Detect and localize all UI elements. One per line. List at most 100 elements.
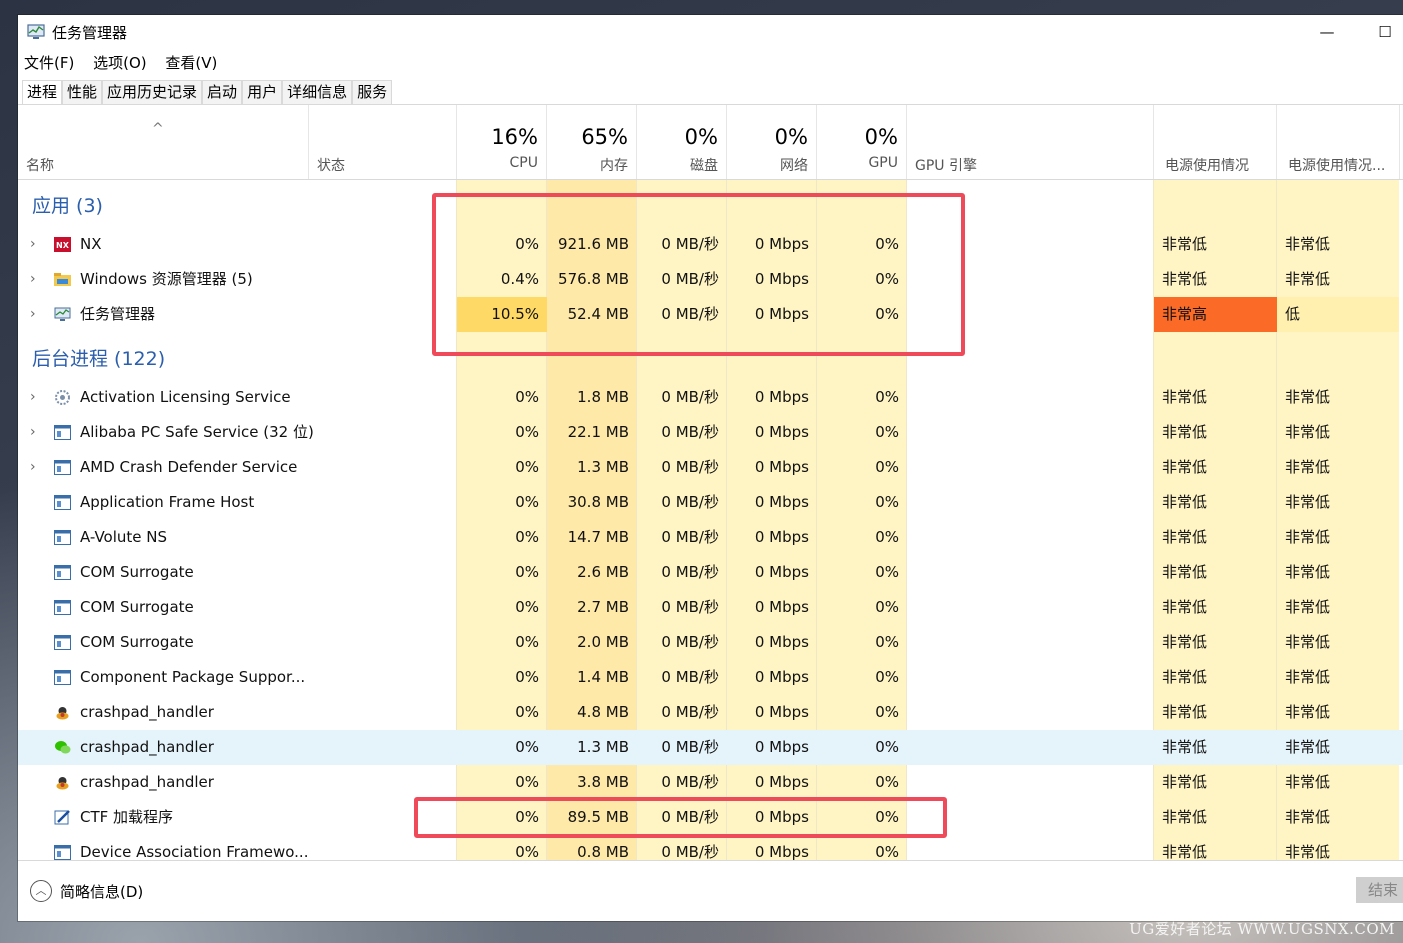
chevron-right-icon[interactable]: › <box>30 380 36 415</box>
tab-startup[interactable]: 启动 <box>202 80 243 104</box>
column-header: ^ 名称 状态 16% CPU 65% 内存 0% 磁盘 0% 网络 0% GP… <box>18 105 1403 180</box>
nx-icon: NX <box>54 237 71 252</box>
cell-gpu: 0% <box>875 633 899 651</box>
cell-disk: 0 MB/秒 <box>661 633 719 651</box>
header-status[interactable]: 状态 <box>309 105 457 180</box>
table-row[interactable]: Application Frame Host 0% 30.8 MB 0 MB/秒 0 M… <box>18 485 1403 520</box>
tab-services[interactable]: 服务 <box>352 80 393 104</box>
table-row[interactable]: Device Association Framewo... 0% 0.8 MB 0 M… <box>18 835 1403 860</box>
cell-power: 非常低 <box>1162 270 1208 288</box>
cell-power-trend: 低 <box>1277 297 1399 332</box>
chevron-right-icon[interactable]: › <box>30 227 36 262</box>
cell-cpu: 0% <box>515 493 539 511</box>
end-task-button[interactable]: 结束 <box>1356 877 1403 903</box>
header-power-trend[interactable]: 电源使用情况... <box>1277 105 1400 180</box>
cell-power-trend: 非常低 <box>1285 808 1331 826</box>
table-row[interactable]: A-Volute NS 0% 14.7 MB 0 MB/秒 0 Mbps 0% 非常低 非常低 <box>18 520 1403 555</box>
tab-users[interactable]: 用户 <box>242 80 283 104</box>
menu-file[interactable]: 文件(F) <box>24 54 74 72</box>
table-row[interactable]: COM Surrogate 0% 2.7 MB 0 MB/秒 0 Mbps 0% 非常低 非常… <box>18 590 1403 625</box>
cell-cpu: 0% <box>515 598 539 616</box>
maximize-button[interactable]: ☐ <box>1362 19 1403 45</box>
tab-strip: 进程 性能 应用历史记录 启动 用户 详细信息 服务 <box>22 80 393 104</box>
fewer-details-button[interactable]: 简略信息(D) <box>60 881 143 902</box>
chevron-right-icon[interactable]: › <box>30 450 36 485</box>
header-disk[interactable]: 0% 磁盘 <box>637 105 727 180</box>
cell-cpu: 0% <box>515 633 539 651</box>
wechat-icon <box>54 740 71 755</box>
cell-power-trend: 非常低 <box>1285 388 1331 406</box>
process-name: COM Surrogate <box>80 598 194 616</box>
cell-mem: 1.3 MB <box>577 738 629 756</box>
cell-net: 0 Mbps <box>754 773 809 791</box>
chevron-right-icon[interactable]: › <box>30 297 36 332</box>
cell-power-trend: 非常低 <box>1285 843 1331 860</box>
tab-app-history[interactable]: 应用历史记录 <box>102 80 203 104</box>
process-name: Component Package Suppor... <box>80 668 306 686</box>
tab-performance[interactable]: 性能 <box>62 80 103 104</box>
tab-processes[interactable]: 进程 <box>22 80 63 104</box>
cell-cpu: 0% <box>515 423 539 441</box>
cell-power: 非常高 <box>1154 297 1277 332</box>
cell-power: 非常低 <box>1162 563 1208 581</box>
process-name: COM Surrogate <box>80 563 194 581</box>
header-cpu[interactable]: 16% CPU <box>457 105 547 180</box>
cell-net: 0 Mbps <box>754 388 809 406</box>
window-app-icon <box>54 635 71 650</box>
header-power[interactable]: 电源使用情况 <box>1154 105 1277 180</box>
cell-power-trend: 非常低 <box>1285 563 1331 581</box>
cell-power: 非常低 <box>1162 235 1208 253</box>
tab-details[interactable]: 详细信息 <box>282 80 353 104</box>
chevron-up-icon[interactable]: ︿ <box>30 880 52 902</box>
cell-mem: 1.4 MB <box>577 668 629 686</box>
table-row[interactable]: crashpad_handler 0% 4.8 MB 0 MB/秒 0 Mbps 0% 非常… <box>18 695 1403 730</box>
cell-power: 非常低 <box>1162 458 1208 476</box>
cell-net: 0 Mbps <box>754 738 809 756</box>
cell-power: 非常低 <box>1162 493 1208 511</box>
table-row[interactable]: COM Surrogate 0% 2.6 MB 0 MB/秒 0 Mbps 0% 非常低 非常… <box>18 555 1403 590</box>
cell-power-trend: 非常低 <box>1285 738 1331 756</box>
table-row[interactable]: › AMD Crash Defender Service 0% 1.3 MB 0 MB/… <box>18 450 1403 485</box>
table-row[interactable]: crashpad_handler 0% 1.3 MB 0 MB/秒 0 Mbps 0% 非常… <box>18 730 1403 765</box>
process-name: Activation Licensing Service <box>80 388 291 406</box>
title-bar[interactable]: 任务管理器 — ☐ <box>18 15 1403 49</box>
cell-net: 0 Mbps <box>754 528 809 546</box>
cell-mem: 22.1 MB <box>567 423 629 441</box>
cell-power: 非常低 <box>1162 633 1208 651</box>
process-name: crashpad_handler <box>80 773 214 791</box>
header-net-pct: 0% <box>774 125 808 149</box>
header-network[interactable]: 0% 网络 <box>727 105 817 180</box>
header-gpu-engine[interactable]: GPU 引擎 <box>907 105 1154 180</box>
header-gpu[interactable]: 0% GPU <box>817 105 907 180</box>
cell-mem: 2.0 MB <box>577 633 629 651</box>
header-name[interactable]: ^ 名称 <box>18 105 309 180</box>
menu-bar: 文件(F) 选项(O) 查看(V) <box>24 52 231 74</box>
table-row[interactable]: › Alibaba PC Safe Service (32 位) 0% 22.1 MB… <box>18 415 1403 450</box>
cell-gpu: 0% <box>875 563 899 581</box>
service-gear-icon <box>54 390 71 405</box>
header-gpu-engine-label: GPU 引擎 <box>915 158 977 174</box>
menu-view[interactable]: 查看(V) <box>165 54 217 72</box>
cell-power-trend: 非常低 <box>1285 458 1331 476</box>
table-row[interactable]: COM Surrogate 0% 2.0 MB 0 MB/秒 0 Mbps 0% 非常低 非常… <box>18 625 1403 660</box>
cell-cpu: 0% <box>515 668 539 686</box>
menu-options[interactable]: 选项(O) <box>93 54 147 72</box>
cell-power-trend: 非常低 <box>1285 773 1331 791</box>
cell-cpu: 0% <box>515 843 539 860</box>
cell-gpu: 0% <box>875 458 899 476</box>
table-row[interactable]: Component Package Suppor... 0% 1.4 MB 0 MB/… <box>18 660 1403 695</box>
chevron-right-icon[interactable]: › <box>30 262 36 297</box>
cell-cpu: 0% <box>515 738 539 756</box>
cell-power: 非常低 <box>1162 808 1208 826</box>
minimize-button[interactable]: — <box>1304 19 1350 45</box>
cell-mem: 2.7 MB <box>577 598 629 616</box>
table-row[interactable]: crashpad_handler 0% 3.8 MB 0 MB/秒 0 Mbps 0% 非常… <box>18 765 1403 800</box>
process-name: Application Frame Host <box>80 493 255 511</box>
cell-power: 非常低 <box>1162 773 1208 791</box>
header-disk-pct: 0% <box>684 125 718 149</box>
table-row[interactable]: › Activation Licensing Service 0% 1.8 MB 0 M… <box>18 380 1403 415</box>
cell-gpu: 0% <box>875 423 899 441</box>
chevron-right-icon[interactable]: › <box>30 415 36 450</box>
header-memory[interactable]: 65% 内存 <box>547 105 637 180</box>
cell-mem: 30.8 MB <box>567 493 629 511</box>
